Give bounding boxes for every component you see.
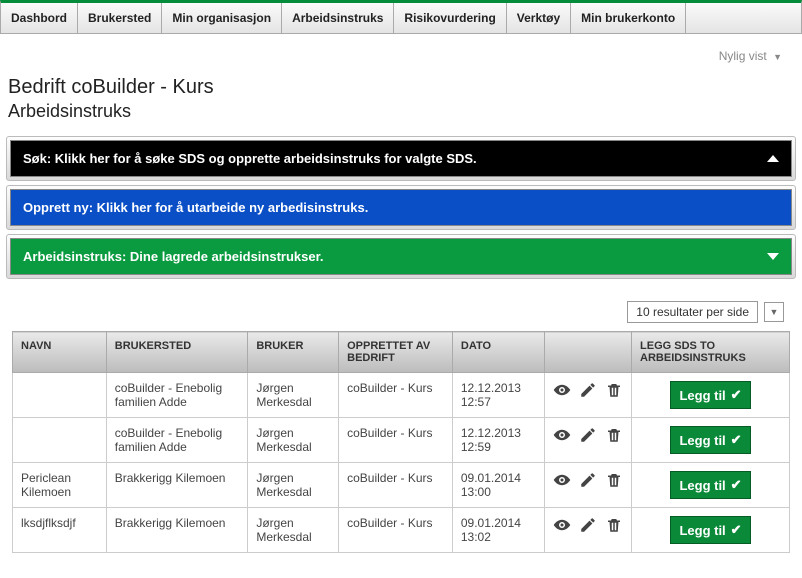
add-button-label: Legg til — [679, 388, 725, 403]
chevron-down-icon: ▼ — [773, 52, 782, 62]
nav-risikovurdering[interactable]: Risikovurdering — [394, 3, 506, 33]
add-button[interactable]: Legg til ✔ — [670, 471, 750, 499]
cell-dato: 12.12.2013 12:57 — [452, 373, 544, 418]
cell-navn: Periclean Kilemoen — [13, 463, 107, 508]
edit-icon[interactable] — [579, 381, 597, 399]
col-legg-sds: LEGG SDS TO ARBEIDSINSTRUKS — [632, 332, 790, 373]
cell-bruker: Jørgen Merkesdal — [248, 508, 339, 553]
cell-brukersted: Brakkerigg Kilemoen — [106, 508, 248, 553]
expand-down-icon — [767, 253, 779, 260]
cell-add: Legg til ✔ — [632, 463, 790, 508]
collapse-up-icon — [767, 155, 779, 162]
cell-add: Legg til ✔ — [632, 508, 790, 553]
add-button[interactable]: Legg til ✔ — [670, 381, 750, 409]
panel-create-label: Opprett ny: Klikk her for å utarbeide ny… — [23, 200, 368, 215]
nav-brukersted[interactable]: Brukersted — [78, 3, 162, 33]
nav-min-brukerkonto[interactable]: Min brukerkonto — [571, 3, 686, 33]
check-icon: ✔ — [731, 432, 742, 448]
panel-list-label: Arbeidsinstruks: Dine lagrede arbeidsins… — [23, 249, 324, 264]
cell-brukersted: coBuilder - Enebolig familien Adde — [106, 418, 248, 463]
table-row: coBuilder - Enebolig familien AddeJørgen… — [13, 418, 790, 463]
cell-opprettet-av: coBuilder - Kurs — [339, 373, 453, 418]
recently-viewed-label: Nylig vist — [719, 49, 767, 63]
page-size-label: 10 resultater per side — [627, 301, 758, 323]
add-button-label: Legg til — [679, 523, 725, 538]
cell-opprettet-av: coBuilder - Kurs — [339, 463, 453, 508]
view-icon[interactable] — [553, 381, 571, 399]
panel-list[interactable]: Arbeidsinstruks: Dine lagrede arbeidsins… — [10, 238, 792, 275]
page-subtitle: Arbeidsinstruks — [0, 99, 802, 132]
add-button-label: Legg til — [679, 478, 725, 493]
cell-navn: lksdjflksdjf — [13, 508, 107, 553]
nav-arbeidsinstruks[interactable]: Arbeidsinstruks — [282, 3, 394, 33]
check-icon: ✔ — [731, 387, 742, 403]
cell-brukersted: coBuilder - Enebolig familien Adde — [106, 373, 248, 418]
recently-viewed[interactable]: Nylig vist ▼ — [0, 34, 802, 68]
nav-verktoy[interactable]: Verktøy — [507, 3, 571, 33]
cell-add: Legg til ✔ — [632, 373, 790, 418]
edit-icon[interactable] — [579, 426, 597, 444]
cell-actions — [545, 508, 632, 553]
nav-dashbord[interactable]: Dashbord — [1, 3, 78, 33]
nav-min-organisasjon[interactable]: Min organisasjon — [162, 3, 282, 33]
col-navn[interactable]: NAVN — [13, 332, 107, 373]
table-row: Periclean KilemoenBrakkerigg KilemoenJør… — [13, 463, 790, 508]
table-row: lksdjflksdjfBrakkerigg KilemoenJørgen Me… — [13, 508, 790, 553]
view-icon[interactable] — [553, 516, 571, 534]
add-button[interactable]: Legg til ✔ — [670, 516, 750, 544]
edit-icon[interactable] — [579, 471, 597, 489]
view-icon[interactable] — [553, 426, 571, 444]
cell-actions — [545, 463, 632, 508]
cell-dato: 09.01.2014 13:00 — [452, 463, 544, 508]
panel-list-wrap: Arbeidsinstruks: Dine lagrede arbeidsins… — [6, 234, 796, 279]
cell-add: Legg til ✔ — [632, 418, 790, 463]
cell-navn — [13, 418, 107, 463]
cell-actions — [545, 418, 632, 463]
cell-dato: 09.01.2014 13:02 — [452, 508, 544, 553]
check-icon: ✔ — [731, 477, 742, 493]
delete-icon[interactable] — [605, 381, 623, 399]
delete-icon[interactable] — [605, 471, 623, 489]
page-title: Bedrift coBuilder - Kurs — [0, 68, 802, 99]
cell-opprettet-av: coBuilder - Kurs — [339, 418, 453, 463]
cell-bruker: Jørgen Merkesdal — [248, 463, 339, 508]
table-row: coBuilder - Enebolig familien AddeJørgen… — [13, 373, 790, 418]
panel-search[interactable]: Søk: Klikk her for å søke SDS og opprett… — [10, 140, 792, 177]
panel-search-label: Søk: Klikk her for å søke SDS og opprett… — [23, 151, 477, 166]
delete-icon[interactable] — [605, 426, 623, 444]
cell-dato: 12.12.2013 12:59 — [452, 418, 544, 463]
add-button-label: Legg til — [679, 433, 725, 448]
add-button[interactable]: Legg til ✔ — [670, 426, 750, 454]
col-brukersted[interactable]: BRUKERSTED — [106, 332, 248, 373]
panel-search-wrap: Søk: Klikk her for å søke SDS og opprett… — [6, 136, 796, 181]
page-size: 10 resultater per side ▼ — [0, 283, 802, 331]
panel-create-wrap: Opprett ny: Klikk her for å utarbeide ny… — [6, 185, 796, 230]
cell-bruker: Jørgen Merkesdal — [248, 418, 339, 463]
top-nav: Dashbord Brukersted Min organisasjon Arb… — [0, 0, 802, 34]
col-opprettet-av[interactable]: OPPRETTET AV BEDRIFT — [339, 332, 453, 373]
col-actions — [545, 332, 632, 373]
view-icon[interactable] — [553, 471, 571, 489]
cell-actions — [545, 373, 632, 418]
col-dato[interactable]: DATO — [452, 332, 544, 373]
panel-create[interactable]: Opprett ny: Klikk her for å utarbeide ny… — [10, 189, 792, 226]
arbeidsinstruks-table: NAVN BRUKERSTED BRUKER OPPRETTET AV BEDR… — [12, 331, 790, 553]
cell-opprettet-av: coBuilder - Kurs — [339, 508, 453, 553]
check-icon: ✔ — [731, 522, 742, 538]
col-bruker[interactable]: BRUKER — [248, 332, 339, 373]
delete-icon[interactable] — [605, 516, 623, 534]
cell-brukersted: Brakkerigg Kilemoen — [106, 463, 248, 508]
edit-icon[interactable] — [579, 516, 597, 534]
cell-navn — [13, 373, 107, 418]
page-size-dropdown[interactable]: ▼ — [764, 302, 784, 322]
cell-bruker: Jørgen Merkesdal — [248, 373, 339, 418]
